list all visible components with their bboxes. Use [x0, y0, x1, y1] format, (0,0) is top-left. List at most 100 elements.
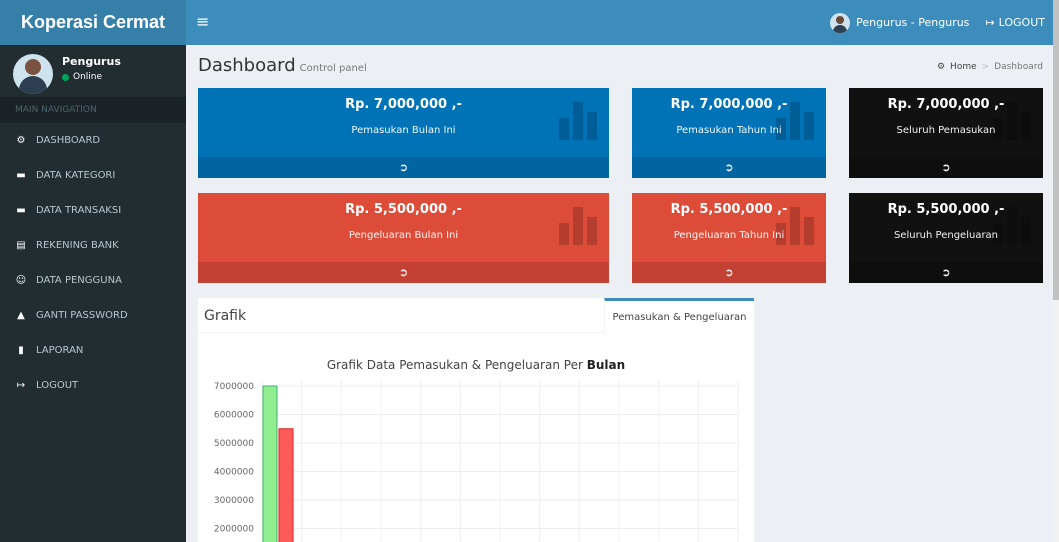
- sidebar-item-label: DATA TRANSAKSI: [36, 205, 122, 216]
- box-more-info-link[interactable]: ➲: [632, 262, 826, 283]
- dashboard-icon: ⚙: [936, 62, 946, 72]
- breadcrumb: ⚙ Home > Dashboard: [937, 62, 1043, 72]
- user-menu[interactable]: Pengurus - Pengurus: [830, 12, 970, 33]
- sidebar-item-label: LAPORAN: [36, 345, 84, 356]
- app-logo[interactable]: Koperasi Cermat: [0, 0, 186, 45]
- navbar-right: Pengurus - Pengurus ↦ LOGOUT: [830, 0, 1045, 45]
- sidebar-item-label: DATA PENGGUNA: [36, 275, 122, 286]
- user-avatar: [13, 54, 53, 94]
- document-icon: ▮: [18, 345, 24, 356]
- page-title-text: Dashboard: [198, 55, 296, 76]
- box-more-info-link[interactable]: ➲: [632, 157, 826, 178]
- lock-icon: ▲: [17, 310, 25, 321]
- content-area: Dashboard Control panel ⚙ Home > Dashboar…: [186, 45, 1053, 542]
- arrow-circle-right-icon: ➲: [724, 266, 734, 279]
- chart-title-prefix: Grafik Data Pemasukan & Pengeluaran Per: [326, 358, 583, 372]
- y-tick-label: 5000000: [214, 439, 254, 449]
- sign-out-icon: ↦: [985, 16, 995, 29]
- box-label: Pengeluaran Bulan Ini: [348, 230, 459, 241]
- navbar-logout-button[interactable]: ↦ LOGOUT: [985, 16, 1045, 29]
- arrow-circle-right-icon: ➲: [941, 266, 951, 279]
- bar-chart: 7000000 6000000 5000000 4000000 3000000 20000…: [214, 380, 739, 542]
- chart-title: Grafik Data Pemasukan & Pengeluaran Per …: [198, 358, 754, 372]
- y-tick-label: 3000000: [214, 496, 254, 506]
- tab-label: Pemasukan & Pengeluaran: [612, 311, 747, 323]
- tab-pemasukan-pengeluaran[interactable]: Pemasukan & Pengeluaran: [604, 298, 754, 333]
- sidebar-item-label: REKENING BANK: [36, 240, 119, 251]
- y-tick-label: 7000000: [214, 382, 254, 392]
- nav-header: MAIN NAVIGATION: [0, 97, 186, 123]
- chart-panel: Grafik Pemasukan & Pengeluaran Grafik Da…: [198, 298, 754, 542]
- folder-icon: ▬: [16, 205, 26, 216]
- panel-title: Grafik: [204, 308, 247, 324]
- sidebar: Pengurus Online MAIN NAVIGATION ⚙ DASHBOA…: [0, 45, 186, 542]
- hamburger-icon[interactable]: ≡: [196, 12, 209, 31]
- sign-out-icon: ↦: [16, 380, 26, 391]
- arrow-circle-right-icon: ➲: [941, 161, 951, 174]
- tab-strip-divider: [198, 332, 604, 333]
- sidebar-item-label: GANTI PASSWORD: [36, 310, 128, 321]
- breadcrumb-current: Dashboard: [994, 62, 1043, 72]
- page-subtitle: Control panel: [299, 63, 367, 74]
- box-label: Pemasukan Bulan Ini: [351, 125, 456, 136]
- top-navbar: ≡ Pengurus - Pengurus ↦ LOGOUT: [186, 0, 1053, 45]
- online-dot-icon: [62, 73, 69, 81]
- y-tick-label: 2000000: [214, 525, 254, 535]
- box-amount: Rp. 5,500,000 ,-: [345, 202, 462, 217]
- arrow-circle-right-icon: ➲: [398, 161, 409, 174]
- summary-box: Rp. 7,000,000 ,- Pemasukan Bulan Ini ➲: [198, 88, 609, 178]
- app-title: Koperasi Cermat: [20, 12, 166, 32]
- arrow-circle-right-icon: ➲: [724, 161, 734, 174]
- sidebar-item-logout[interactable]: ↦ LOGOUT: [0, 368, 186, 403]
- scrollbar[interactable]: [1053, 0, 1059, 542]
- summary-box: Rp. 7,000,000 ,- Seluruh Pemasukan ➲: [849, 88, 1043, 178]
- sidebar-item-data-kategori[interactable]: ▬ DATA KATEGORI: [0, 158, 186, 193]
- box-amount: Rp. 5,500,000 ,-: [887, 202, 1005, 217]
- chart-bar[interactable]: [262, 385, 278, 542]
- box-label: Seluruh Pengeluaran: [893, 230, 999, 241]
- breadcrumb-home[interactable]: Home: [950, 62, 977, 72]
- breadcrumb-separator: >: [981, 62, 990, 72]
- scroll-thumb[interactable]: [1053, 0, 1059, 300]
- sidebar-item-label: LOGOUT: [36, 380, 79, 391]
- box-label: Pengeluaran Tahun Ini: [673, 230, 785, 241]
- sidebar-item-dashboard[interactable]: ⚙ DASHBOARD: [0, 123, 186, 158]
- box-more-info-link[interactable]: ➲: [198, 157, 609, 178]
- sidebar-item-label: DATA KATEGORI: [36, 170, 116, 181]
- summary-box: Rp. 7,000,000 ,- Pemasukan Tahun Ini ➲: [632, 88, 826, 178]
- folder-icon: ▬: [16, 170, 26, 181]
- box-more-info-link[interactable]: ➲: [198, 262, 609, 283]
- sidebar-item-data-pengguna[interactable]: ☺ DATA PENGGUNA: [0, 263, 186, 298]
- box-amount: Rp. 7,000,000 ,-: [345, 97, 462, 112]
- sidebar-menu: ⚙ DASHBOARD ▬ DATA KATEGORI ▬ DATA TRANSAKSI ▤…: [0, 123, 186, 403]
- users-icon: ☺: [15, 275, 27, 286]
- y-tick-label: 4000000: [214, 468, 254, 478]
- avatar: [830, 12, 851, 33]
- box-amount: Rp. 5,500,000 ,-: [670, 202, 788, 217]
- sidebar-item-laporan[interactable]: ▮ LAPORAN: [0, 333, 186, 368]
- summary-box: Rp. 5,500,000 ,- Seluruh Pengeluaran ➲: [849, 193, 1043, 283]
- user-status-label: Online: [73, 72, 103, 82]
- arrow-circle-right-icon: ➲: [398, 266, 409, 279]
- box-more-info-link[interactable]: ➲: [849, 262, 1043, 283]
- user-status: Online: [62, 72, 102, 82]
- box-more-info-link[interactable]: ➲: [849, 157, 1043, 178]
- navbar-logout-label: LOGOUT: [998, 16, 1045, 29]
- navbar-user-name: Pengurus - Pengurus: [856, 16, 970, 29]
- bank-book-icon: ▤: [16, 240, 26, 251]
- sidebar-item-data-transaksi[interactable]: ▬ DATA TRANSAKSI: [0, 193, 186, 228]
- chart-bar[interactable]: [278, 428, 294, 542]
- chart-title-bold: Bulan: [586, 358, 626, 372]
- summary-box: Rp. 5,500,000 ,- Pengeluaran Tahun Ini ➲: [632, 193, 826, 283]
- user-name: Pengurus: [62, 55, 121, 68]
- sidebar-item-rekening-bank[interactable]: ▤ REKENING BANK: [0, 228, 186, 263]
- box-label: Seluruh Pemasukan: [896, 125, 996, 136]
- dashboard-icon: ⚙: [16, 135, 26, 146]
- y-tick-label: 6000000: [214, 411, 254, 421]
- user-panel: Pengurus Online: [0, 45, 186, 97]
- box-amount: Rp. 7,000,000 ,-: [887, 97, 1005, 112]
- box-label: Pemasukan Tahun Ini: [676, 125, 782, 136]
- sidebar-item-ganti-password[interactable]: ▲ GANTI PASSWORD: [0, 298, 186, 333]
- page-title: Dashboard Control panel: [198, 55, 367, 76]
- summary-box: Rp. 5,500,000 ,- Pengeluaran Bulan Ini ➲: [198, 193, 609, 283]
